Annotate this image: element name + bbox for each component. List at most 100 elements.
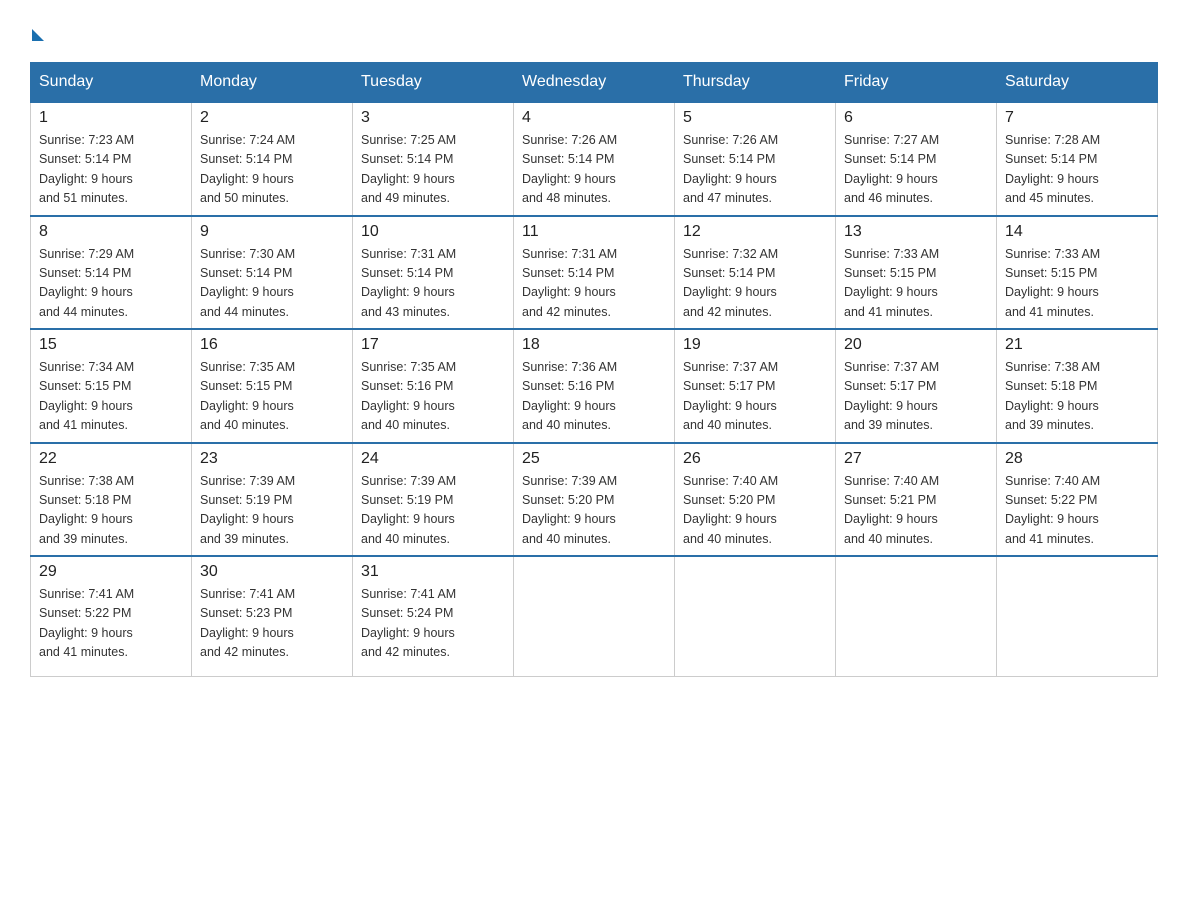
weekday-header-monday: Monday bbox=[192, 63, 353, 103]
day-number: 17 bbox=[361, 336, 505, 354]
weekday-header-row: SundayMondayTuesdayWednesdayThursdayFrid… bbox=[31, 63, 1158, 103]
calendar-cell: 8 Sunrise: 7:29 AM Sunset: 5:14 PM Dayli… bbox=[31, 216, 192, 330]
calendar-cell: 13 Sunrise: 7:33 AM Sunset: 5:15 PM Dayl… bbox=[836, 216, 997, 330]
calendar-cell: 5 Sunrise: 7:26 AM Sunset: 5:14 PM Dayli… bbox=[675, 102, 836, 216]
calendar-cell: 31 Sunrise: 7:41 AM Sunset: 5:24 PM Dayl… bbox=[353, 556, 514, 676]
day-number: 5 bbox=[683, 109, 827, 127]
day-info: Sunrise: 7:40 AM Sunset: 5:21 PM Dayligh… bbox=[844, 472, 988, 550]
day-info: Sunrise: 7:35 AM Sunset: 5:16 PM Dayligh… bbox=[361, 358, 505, 436]
calendar-cell: 7 Sunrise: 7:28 AM Sunset: 5:14 PM Dayli… bbox=[997, 102, 1158, 216]
calendar-cell: 24 Sunrise: 7:39 AM Sunset: 5:19 PM Dayl… bbox=[353, 443, 514, 557]
day-number: 1 bbox=[39, 109, 183, 127]
calendar-cell: 23 Sunrise: 7:39 AM Sunset: 5:19 PM Dayl… bbox=[192, 443, 353, 557]
weekday-header-sunday: Sunday bbox=[31, 63, 192, 103]
day-number: 12 bbox=[683, 223, 827, 241]
calendar-cell: 16 Sunrise: 7:35 AM Sunset: 5:15 PM Dayl… bbox=[192, 329, 353, 443]
day-info: Sunrise: 7:41 AM Sunset: 5:23 PM Dayligh… bbox=[200, 585, 344, 663]
calendar-cell bbox=[836, 556, 997, 676]
calendar-week-row: 8 Sunrise: 7:29 AM Sunset: 5:14 PM Dayli… bbox=[31, 216, 1158, 330]
calendar-cell: 15 Sunrise: 7:34 AM Sunset: 5:15 PM Dayl… bbox=[31, 329, 192, 443]
day-info: Sunrise: 7:33 AM Sunset: 5:15 PM Dayligh… bbox=[1005, 245, 1149, 323]
day-info: Sunrise: 7:26 AM Sunset: 5:14 PM Dayligh… bbox=[522, 131, 666, 209]
calendar-cell: 30 Sunrise: 7:41 AM Sunset: 5:23 PM Dayl… bbox=[192, 556, 353, 676]
day-number: 9 bbox=[200, 223, 344, 241]
day-number: 20 bbox=[844, 336, 988, 354]
day-number: 13 bbox=[844, 223, 988, 241]
calendar-cell: 20 Sunrise: 7:37 AM Sunset: 5:17 PM Dayl… bbox=[836, 329, 997, 443]
day-number: 26 bbox=[683, 450, 827, 468]
day-number: 28 bbox=[1005, 450, 1149, 468]
calendar-cell: 27 Sunrise: 7:40 AM Sunset: 5:21 PM Dayl… bbox=[836, 443, 997, 557]
calendar-cell: 9 Sunrise: 7:30 AM Sunset: 5:14 PM Dayli… bbox=[192, 216, 353, 330]
calendar-cell: 12 Sunrise: 7:32 AM Sunset: 5:14 PM Dayl… bbox=[675, 216, 836, 330]
day-number: 31 bbox=[361, 563, 505, 581]
day-number: 27 bbox=[844, 450, 988, 468]
calendar-cell: 14 Sunrise: 7:33 AM Sunset: 5:15 PM Dayl… bbox=[997, 216, 1158, 330]
calendar-cell: 19 Sunrise: 7:37 AM Sunset: 5:17 PM Dayl… bbox=[675, 329, 836, 443]
day-number: 4 bbox=[522, 109, 666, 127]
day-number: 22 bbox=[39, 450, 183, 468]
logo bbox=[30, 28, 44, 46]
calendar-cell: 22 Sunrise: 7:38 AM Sunset: 5:18 PM Dayl… bbox=[31, 443, 192, 557]
day-info: Sunrise: 7:39 AM Sunset: 5:20 PM Dayligh… bbox=[522, 472, 666, 550]
day-info: Sunrise: 7:39 AM Sunset: 5:19 PM Dayligh… bbox=[361, 472, 505, 550]
weekday-header-wednesday: Wednesday bbox=[514, 63, 675, 103]
calendar-cell: 4 Sunrise: 7:26 AM Sunset: 5:14 PM Dayli… bbox=[514, 102, 675, 216]
day-info: Sunrise: 7:25 AM Sunset: 5:14 PM Dayligh… bbox=[361, 131, 505, 209]
day-number: 24 bbox=[361, 450, 505, 468]
day-info: Sunrise: 7:38 AM Sunset: 5:18 PM Dayligh… bbox=[39, 472, 183, 550]
calendar-cell: 17 Sunrise: 7:35 AM Sunset: 5:16 PM Dayl… bbox=[353, 329, 514, 443]
logo-arrow-icon bbox=[32, 29, 44, 41]
day-number: 25 bbox=[522, 450, 666, 468]
day-number: 29 bbox=[39, 563, 183, 581]
day-number: 11 bbox=[522, 223, 666, 241]
calendar-cell: 25 Sunrise: 7:39 AM Sunset: 5:20 PM Dayl… bbox=[514, 443, 675, 557]
day-info: Sunrise: 7:41 AM Sunset: 5:22 PM Dayligh… bbox=[39, 585, 183, 663]
day-info: Sunrise: 7:31 AM Sunset: 5:14 PM Dayligh… bbox=[522, 245, 666, 323]
day-info: Sunrise: 7:35 AM Sunset: 5:15 PM Dayligh… bbox=[200, 358, 344, 436]
calendar-cell: 28 Sunrise: 7:40 AM Sunset: 5:22 PM Dayl… bbox=[997, 443, 1158, 557]
day-info: Sunrise: 7:31 AM Sunset: 5:14 PM Dayligh… bbox=[361, 245, 505, 323]
day-number: 10 bbox=[361, 223, 505, 241]
calendar-week-row: 29 Sunrise: 7:41 AM Sunset: 5:22 PM Dayl… bbox=[31, 556, 1158, 676]
calendar-week-row: 22 Sunrise: 7:38 AM Sunset: 5:18 PM Dayl… bbox=[31, 443, 1158, 557]
weekday-header-saturday: Saturday bbox=[997, 63, 1158, 103]
calendar-cell bbox=[675, 556, 836, 676]
day-info: Sunrise: 7:32 AM Sunset: 5:14 PM Dayligh… bbox=[683, 245, 827, 323]
day-number: 18 bbox=[522, 336, 666, 354]
weekday-header-thursday: Thursday bbox=[675, 63, 836, 103]
calendar-table: SundayMondayTuesdayWednesdayThursdayFrid… bbox=[30, 62, 1158, 677]
page-header bbox=[30, 20, 1158, 46]
day-info: Sunrise: 7:24 AM Sunset: 5:14 PM Dayligh… bbox=[200, 131, 344, 209]
day-number: 3 bbox=[361, 109, 505, 127]
day-info: Sunrise: 7:36 AM Sunset: 5:16 PM Dayligh… bbox=[522, 358, 666, 436]
day-number: 8 bbox=[39, 223, 183, 241]
day-info: Sunrise: 7:39 AM Sunset: 5:19 PM Dayligh… bbox=[200, 472, 344, 550]
weekday-header-tuesday: Tuesday bbox=[353, 63, 514, 103]
calendar-cell: 1 Sunrise: 7:23 AM Sunset: 5:14 PM Dayli… bbox=[31, 102, 192, 216]
day-info: Sunrise: 7:26 AM Sunset: 5:14 PM Dayligh… bbox=[683, 131, 827, 209]
day-number: 15 bbox=[39, 336, 183, 354]
day-info: Sunrise: 7:40 AM Sunset: 5:20 PM Dayligh… bbox=[683, 472, 827, 550]
day-number: 6 bbox=[844, 109, 988, 127]
calendar-cell: 6 Sunrise: 7:27 AM Sunset: 5:14 PM Dayli… bbox=[836, 102, 997, 216]
calendar-cell: 2 Sunrise: 7:24 AM Sunset: 5:14 PM Dayli… bbox=[192, 102, 353, 216]
calendar-cell bbox=[514, 556, 675, 676]
calendar-cell: 29 Sunrise: 7:41 AM Sunset: 5:22 PM Dayl… bbox=[31, 556, 192, 676]
calendar-cell: 11 Sunrise: 7:31 AM Sunset: 5:14 PM Dayl… bbox=[514, 216, 675, 330]
day-number: 16 bbox=[200, 336, 344, 354]
calendar-cell: 3 Sunrise: 7:25 AM Sunset: 5:14 PM Dayli… bbox=[353, 102, 514, 216]
day-number: 30 bbox=[200, 563, 344, 581]
day-info: Sunrise: 7:34 AM Sunset: 5:15 PM Dayligh… bbox=[39, 358, 183, 436]
day-number: 21 bbox=[1005, 336, 1149, 354]
weekday-header-friday: Friday bbox=[836, 63, 997, 103]
day-info: Sunrise: 7:41 AM Sunset: 5:24 PM Dayligh… bbox=[361, 585, 505, 663]
calendar-cell: 18 Sunrise: 7:36 AM Sunset: 5:16 PM Dayl… bbox=[514, 329, 675, 443]
day-info: Sunrise: 7:27 AM Sunset: 5:14 PM Dayligh… bbox=[844, 131, 988, 209]
day-info: Sunrise: 7:28 AM Sunset: 5:14 PM Dayligh… bbox=[1005, 131, 1149, 209]
day-number: 19 bbox=[683, 336, 827, 354]
calendar-cell: 26 Sunrise: 7:40 AM Sunset: 5:20 PM Dayl… bbox=[675, 443, 836, 557]
calendar-cell: 21 Sunrise: 7:38 AM Sunset: 5:18 PM Dayl… bbox=[997, 329, 1158, 443]
calendar-cell: 10 Sunrise: 7:31 AM Sunset: 5:14 PM Dayl… bbox=[353, 216, 514, 330]
day-info: Sunrise: 7:33 AM Sunset: 5:15 PM Dayligh… bbox=[844, 245, 988, 323]
